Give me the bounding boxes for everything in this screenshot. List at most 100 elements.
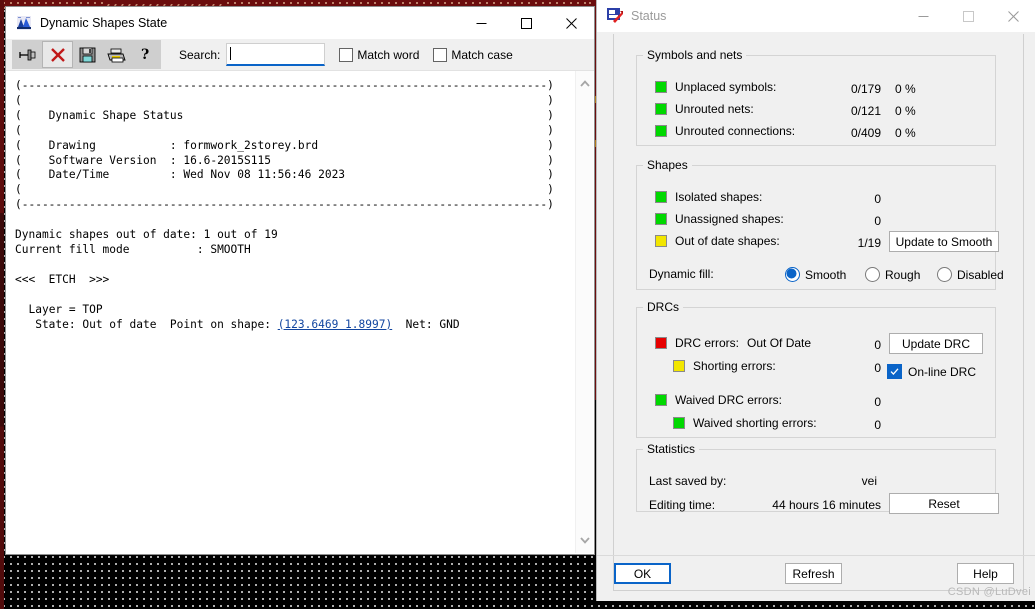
match-word-label: Match word [357, 47, 420, 62]
report-banner-line: ( Software Version : 16.6-2015S115 ) [15, 153, 554, 167]
shapes-group: Shapes Isolated shapes: 0 Unassigned sha… [636, 158, 1004, 290]
report-content: (---------------------------------------… [15, 79, 554, 332]
out-of-date-shapes-value: 1/19 [857, 236, 881, 250]
minimize-icon[interactable] [459, 7, 504, 39]
symbols-and-nets-legend: Symbols and nets [647, 48, 743, 62]
help-button[interactable]: Help [957, 563, 1014, 584]
left-window-controls[interactable] [459, 7, 594, 39]
last-saved-by-value: vei [861, 474, 877, 488]
report-banner-line: (---------------------------------------… [15, 198, 554, 212]
report-text-area[interactable]: (---------------------------------------… [7, 71, 593, 553]
status-window-controls[interactable] [901, 0, 1035, 32]
search-input[interactable] [226, 43, 326, 66]
text-caret [230, 47, 232, 60]
shorting-errors-value: 0 [874, 361, 881, 375]
radio-indicator [937, 267, 952, 282]
dynamic-shapes-state-window[interactable]: Dynamic Shapes State ? Search: Match wor… [6, 7, 594, 554]
minimize-icon[interactable] [901, 0, 946, 32]
chevron-down-icon[interactable] [576, 532, 593, 549]
dynamic-fill-label: Dynamic fill: [649, 267, 714, 281]
reset-button[interactable]: Reset [889, 493, 999, 514]
drc-errors-label: DRC errors: [675, 336, 740, 350]
dynamic-fill-smooth-radio[interactable]: Smooth [785, 267, 846, 282]
unplaced-symbols-label: Unplaced symbols: [675, 80, 777, 94]
left-window-toolbar[interactable]: ? Search: Match word Match case [6, 39, 594, 71]
report-banner-line: ( Date/Time : Wed Nov 08 11:56:46 2023 ) [15, 168, 554, 182]
dynamic-fill-rough-radio[interactable]: Rough [865, 267, 920, 282]
chevron-up-icon[interactable] [576, 75, 593, 92]
isolated-shapes-label: Isolated shapes: [675, 190, 763, 204]
online-drc-checkbox[interactable]: On-line DRC [887, 364, 976, 379]
print-icon[interactable] [102, 42, 131, 67]
unrouted-connections-label: Unrouted connections: [675, 124, 796, 138]
unplaced-symbols-row: Unplaced symbols: [655, 80, 776, 94]
help-icon[interactable]: ? [131, 42, 160, 67]
drc-errors-row: DRC errors: Out Of Date [655, 336, 811, 350]
waived-drc-errors-row: Waived DRC errors: [655, 393, 782, 407]
editing-time-label: Editing time: [649, 498, 716, 512]
ok-button[interactable]: OK [614, 563, 671, 584]
maximize-icon[interactable] [946, 0, 991, 32]
drc-errors-state: Out Of Date [747, 336, 812, 350]
shorting-errors-row: Shorting errors: [673, 359, 776, 373]
dynamic-fill-rough-label: Rough [885, 267, 921, 282]
shorting-errors-label: Shorting errors: [693, 359, 776, 373]
drcs-legend: DRCs [647, 300, 679, 314]
checkbox-box [433, 47, 448, 62]
point-on-shape-link[interactable]: (123.6469 1.8997) [278, 318, 393, 331]
etch-header: <<< ETCH >>> [15, 272, 110, 286]
out-of-date-line: Dynamic shapes out of date: 1 out of 19 [15, 228, 278, 242]
status-window-titlebar[interactable]: Status [597, 0, 1035, 32]
report-banner-line: ( Dynamic Shape Status ) [15, 108, 554, 122]
dynamic-fill-disabled-label: Disabled [957, 267, 1004, 282]
unrouted-connections-percent: 0 % [895, 126, 916, 140]
report-vertical-scrollbar[interactable] [575, 71, 593, 553]
close-icon[interactable] [549, 7, 594, 39]
unrouted-connections-row: Unrouted connections: [655, 124, 795, 138]
unplaced-symbols-value: 0/179 [850, 82, 881, 96]
refresh-button[interactable]: Refresh [785, 563, 842, 584]
allegro-status-icon [607, 8, 623, 24]
report-banner-line: ( Drawing : formwork_2storey.brd ) [15, 138, 554, 152]
drcs-group: DRCs DRC errors: Out Of Date 0 Update DR… [636, 300, 996, 438]
delete-icon[interactable] [42, 41, 73, 68]
status-led-green [655, 103, 667, 115]
update-to-smooth-button[interactable]: Update to Smooth [889, 231, 999, 252]
waived-drc-errors-value: 0 [874, 395, 881, 409]
unplaced-symbols-percent: 0 % [895, 82, 916, 96]
match-case-label: Match case [451, 47, 513, 62]
left-window-title: Dynamic Shapes State [40, 16, 168, 30]
unrouted-nets-value: 0/121 [850, 104, 881, 118]
dynamic-fill-disabled-radio[interactable]: Disabled [937, 267, 1004, 282]
last-saved-by-label: Last saved by: [649, 474, 727, 488]
status-window[interactable]: Status Status Symbols and nets [596, 0, 1035, 601]
status-led-green [655, 394, 667, 406]
match-case-checkbox[interactable]: Match case [433, 47, 513, 62]
unassigned-shapes-row: Unassigned shapes: [655, 212, 784, 226]
maximize-icon[interactable] [504, 7, 549, 39]
match-word-checkbox[interactable]: Match word [339, 47, 420, 62]
unassigned-shapes-label: Unassigned shapes: [675, 212, 784, 226]
checkbox-indicator [887, 364, 902, 379]
statistics-group: Statistics Last saved by: vei Editing ti… [636, 442, 999, 514]
search-label: Search: [179, 47, 221, 62]
waived-drc-errors-label: Waived DRC errors: [675, 393, 782, 407]
drc-errors-value: 0 [874, 338, 881, 352]
unrouted-connections-value: 0/409 [850, 126, 881, 140]
dynamic-shapes-icon [16, 15, 32, 31]
save-icon[interactable] [73, 42, 102, 67]
pin-icon[interactable] [13, 42, 42, 67]
watermark-text: CSDN @LuDvei [947, 586, 1031, 598]
pcb-trace [103, 2, 227, 6]
close-icon[interactable] [991, 0, 1035, 32]
toolbar-button-group: ? [12, 40, 161, 69]
svg-text:?: ? [141, 47, 149, 63]
update-drc-button[interactable]: Update DRC [889, 333, 983, 354]
statistics-legend: Statistics [647, 442, 696, 456]
left-window-titlebar[interactable]: Dynamic Shapes State [6, 7, 594, 39]
status-window-title: Status [631, 9, 667, 23]
symbols-and-nets-group: Symbols and nets Unplaced symbols: 0/179… [636, 48, 996, 146]
footer-divider [597, 555, 1035, 556]
status-led-green [655, 81, 667, 93]
fill-mode-line: Current fill mode : SMOOTH [15, 242, 251, 256]
